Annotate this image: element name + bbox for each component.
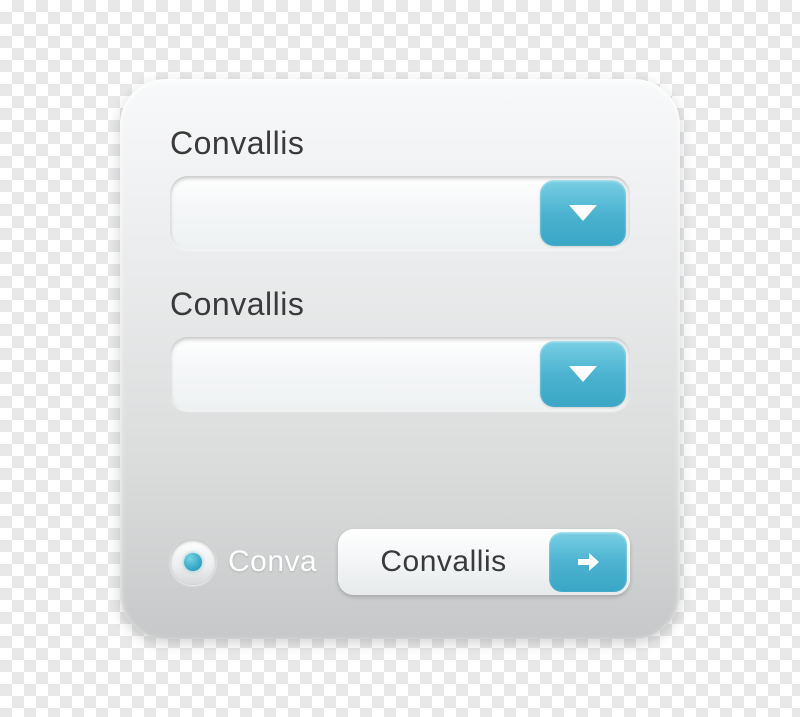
field-label-2: Convallis [170, 286, 630, 323]
dropdown-1-value [170, 176, 540, 250]
bottom-row: Conva Convallis [170, 529, 630, 595]
field-label-1: Convallis [170, 125, 630, 162]
submit-button-arrow[interactable] [549, 532, 627, 592]
radio-option[interactable]: Conva [170, 539, 317, 585]
submit-button[interactable]: Convallis [338, 529, 630, 595]
dropdown-2-value [170, 337, 540, 411]
radio-button[interactable] [170, 539, 216, 585]
form-panel: Convallis Convallis Conva Convallis [120, 79, 680, 639]
chevron-down-icon [569, 366, 597, 382]
chevron-down-icon [569, 205, 597, 221]
radio-label: Conva [228, 545, 317, 579]
dropdown-1-toggle[interactable] [540, 180, 626, 246]
dropdown-2[interactable] [170, 337, 630, 411]
dropdown-1[interactable] [170, 176, 630, 250]
dropdown-2-toggle[interactable] [540, 341, 626, 407]
submit-button-label: Convallis [338, 529, 549, 595]
field-group-1: Convallis [170, 125, 630, 250]
radio-dot-icon [184, 553, 202, 571]
arrow-right-icon [575, 549, 601, 575]
field-group-2: Convallis [170, 286, 630, 411]
